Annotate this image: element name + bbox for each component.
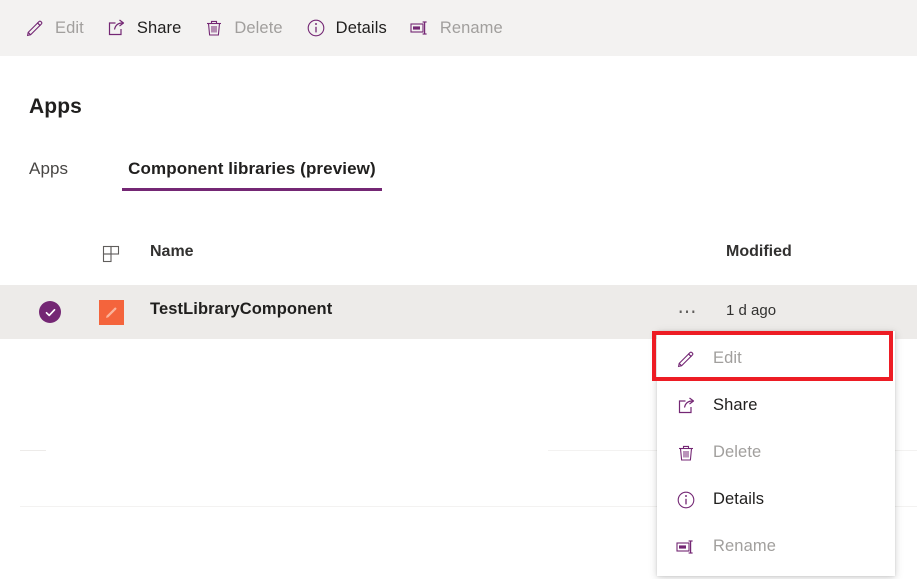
info-icon — [675, 489, 697, 511]
context-menu-item-details-label: Details — [713, 490, 765, 508]
row-name[interactable]: TestLibraryComponent — [150, 300, 332, 319]
tab-component-libraries-label: Component libraries (preview) — [128, 159, 376, 178]
command-edit-button[interactable]: Edit — [24, 8, 94, 48]
rename-icon — [675, 536, 697, 558]
command-delete-button[interactable]: Delete — [203, 8, 292, 48]
command-edit-label: Edit — [55, 18, 84, 37]
tab-apps[interactable]: Apps — [29, 159, 68, 191]
command-rename-label: Rename — [439, 18, 503, 37]
context-menu-item-edit[interactable]: Edit — [657, 335, 895, 382]
list-header: Name Modified — [0, 236, 917, 276]
command-delete-label: Delete — [234, 18, 283, 37]
column-header-modified[interactable]: Modified — [726, 243, 792, 261]
ellipsis-icon[interactable]: ⋯ — [674, 301, 702, 323]
context-menu-item-details[interactable]: Details — [657, 476, 895, 523]
command-details-label: Details — [335, 18, 387, 37]
command-rename-button[interactable]: Rename — [409, 8, 513, 48]
tab-apps-label: Apps — [29, 159, 69, 178]
context-menu-item-rename[interactable]: Rename — [657, 523, 895, 570]
command-share-button[interactable]: Share — [106, 8, 192, 48]
divider-stub — [20, 450, 46, 451]
components-grid-icon — [101, 244, 123, 266]
app-root: Edit Share Delete Details Rename Apps Ap… — [0, 0, 917, 579]
context-menu-item-delete-label: Delete — [713, 443, 762, 461]
command-share-label: Share — [136, 18, 182, 37]
app-pencil-icon — [99, 300, 124, 325]
share-icon — [675, 395, 697, 417]
tab-list: Apps Component libraries (preview) — [29, 159, 382, 191]
context-menu-item-share-label: Share — [713, 396, 758, 414]
tab-component-libraries[interactable]: Component libraries (preview) — [122, 159, 382, 191]
context-menu: Edit Share Delete Details Rename — [657, 331, 895, 576]
pencil-icon — [24, 17, 46, 39]
share-icon — [106, 17, 128, 39]
check-circle-icon[interactable] — [39, 301, 61, 323]
command-bar: Edit Share Delete Details Rename — [0, 0, 917, 56]
context-menu-item-delete[interactable]: Delete — [657, 429, 895, 476]
context-menu-item-share[interactable]: Share — [657, 382, 895, 429]
command-details-button[interactable]: Details — [305, 8, 397, 48]
column-header-name[interactable]: Name — [150, 243, 194, 261]
context-menu-item-edit-label: Edit — [713, 349, 742, 367]
page-title: Apps — [29, 95, 82, 118]
rename-icon — [409, 17, 431, 39]
pencil-icon — [675, 348, 697, 370]
trash-icon — [203, 17, 225, 39]
row-modified: 1 d ago — [726, 302, 777, 319]
info-icon — [305, 17, 327, 39]
context-menu-item-rename-label: Rename — [713, 537, 776, 555]
trash-icon — [675, 442, 697, 464]
